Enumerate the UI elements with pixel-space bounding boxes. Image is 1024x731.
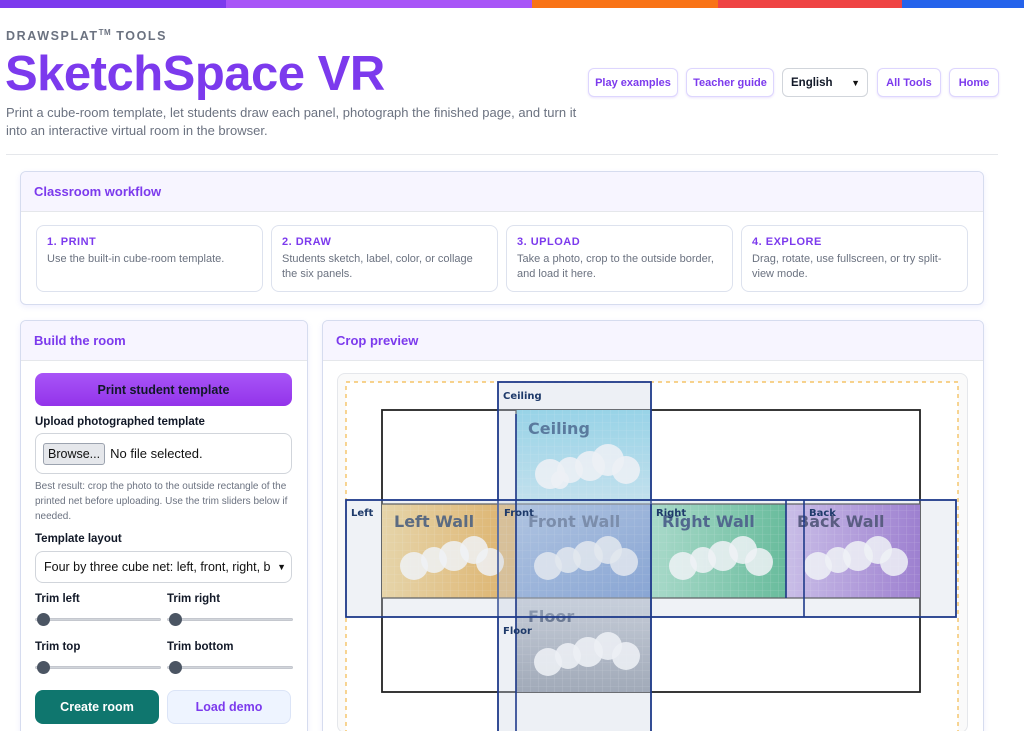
- brand-name: DRAWSPLAT: [6, 29, 99, 44]
- build-room-heading: Build the room: [21, 321, 307, 361]
- slider-thumb[interactable]: [169, 613, 182, 626]
- step-description: Take a photo, crop to the outside border…: [517, 253, 714, 280]
- create-room-button[interactable]: Create room: [35, 690, 159, 724]
- step-title: 1. PRINT: [47, 236, 97, 248]
- workflow-step-explore: 4. EXPLORE Drag, rotate, use fullscreen,…: [741, 225, 968, 292]
- chevron-down-icon: ▼: [851, 78, 860, 88]
- slider-track: [167, 666, 293, 669]
- cube-net-preview: Ceiling Left Wall Front Wall: [345, 381, 959, 731]
- trim-top-slider[interactable]: [35, 661, 161, 674]
- slider-track: [35, 618, 161, 621]
- load-demo-button[interactable]: Load demo: [167, 690, 291, 724]
- step-description: Drag, rotate, use fullscreen, or try spl…: [752, 253, 942, 280]
- layout-value: Four by three cube net: left, front, rig…: [44, 560, 271, 574]
- print-template-button[interactable]: Print student template: [35, 373, 292, 406]
- brand-suffix: TOOLS: [111, 29, 168, 44]
- file-input[interactable]: Browse... No file selected.: [35, 433, 292, 474]
- step-title: 4. EXPLORE: [752, 236, 822, 248]
- workflow-heading: Classroom workflow: [21, 172, 983, 212]
- upload-label: Upload photographed template: [35, 416, 205, 428]
- color-segment: [0, 0, 226, 8]
- page-subtitle: Print a cube-room template, let students…: [6, 105, 577, 138]
- trim-right-label: Trim right: [167, 593, 221, 605]
- tag-back: Back: [809, 508, 836, 519]
- language-value: English: [791, 76, 833, 89]
- slider-thumb[interactable]: [169, 661, 182, 674]
- template-layout-select[interactable]: Four by three cube net: left, front, rig…: [35, 551, 292, 583]
- trim-bottom-label: Trim bottom: [167, 641, 234, 653]
- tag-ceiling: Ceiling: [503, 391, 542, 402]
- color-segment: [532, 0, 718, 8]
- tag-left: Left: [351, 508, 374, 519]
- step-title: 3. UPLOAD: [517, 236, 581, 248]
- teacher-guide-button[interactable]: Teacher guide: [686, 68, 774, 97]
- header-divider: [6, 154, 998, 155]
- workflow-step-upload: 3. UPLOAD Take a photo, crop to the outs…: [506, 225, 733, 292]
- trim-top-label: Trim top: [35, 641, 81, 653]
- color-segment: [902, 0, 1024, 8]
- trim-right-slider[interactable]: [167, 613, 293, 626]
- color-segment: [226, 0, 532, 8]
- play-examples-button[interactable]: Play examples: [588, 68, 678, 97]
- tag-floor: Floor: [503, 626, 532, 637]
- page-title: SketchSpace VR: [5, 47, 385, 101]
- step-description: Use the built-in cube-room template.: [47, 253, 225, 265]
- slider-track: [167, 618, 293, 621]
- workflow-panel: Classroom workflow 1. PRINT Use the buil…: [20, 171, 984, 305]
- home-button[interactable]: Home: [949, 68, 999, 97]
- crop-preview-panel: Crop preview Ceiling Left Front Right Ba…: [322, 320, 984, 731]
- tag-front: Front: [504, 508, 534, 519]
- tag-right: Right: [656, 508, 686, 519]
- brand-label: DRAWSPLATTM TOOLS: [6, 28, 167, 43]
- color-segment: [718, 0, 902, 8]
- top-color-bar: [0, 0, 1024, 8]
- trim-left-slider[interactable]: [35, 613, 161, 626]
- trademark: TM: [98, 28, 112, 37]
- slider-thumb[interactable]: [37, 613, 50, 626]
- trim-bottom-slider[interactable]: [167, 661, 293, 674]
- workflow-step-draw: 2. DRAW Students sketch, label, color, o…: [271, 225, 498, 292]
- crop-preview-canvas[interactable]: Ceiling Left Wall Front Wall: [337, 373, 968, 731]
- step-title: 2. DRAW: [282, 236, 332, 248]
- step-description: Students sketch, label, color, or collag…: [282, 253, 473, 280]
- layout-label: Template layout: [35, 533, 122, 545]
- upload-hint: Best result: crop the photo to the outsi…: [35, 481, 288, 522]
- language-select[interactable]: English ▼: [782, 68, 868, 97]
- trim-left-label: Trim left: [35, 593, 80, 605]
- workflow-step-print: 1. PRINT Use the built-in cube-room temp…: [36, 225, 263, 292]
- file-status: No file selected.: [110, 446, 203, 461]
- crop-preview-heading: Crop preview: [323, 321, 983, 361]
- browse-button[interactable]: Browse...: [43, 442, 106, 465]
- chevron-down-icon: ▼: [275, 562, 286, 572]
- slider-track: [35, 666, 161, 669]
- all-tools-button[interactable]: All Tools: [877, 68, 941, 97]
- slider-thumb[interactable]: [37, 661, 50, 674]
- build-room-panel: Build the room Print student template Up…: [20, 320, 308, 731]
